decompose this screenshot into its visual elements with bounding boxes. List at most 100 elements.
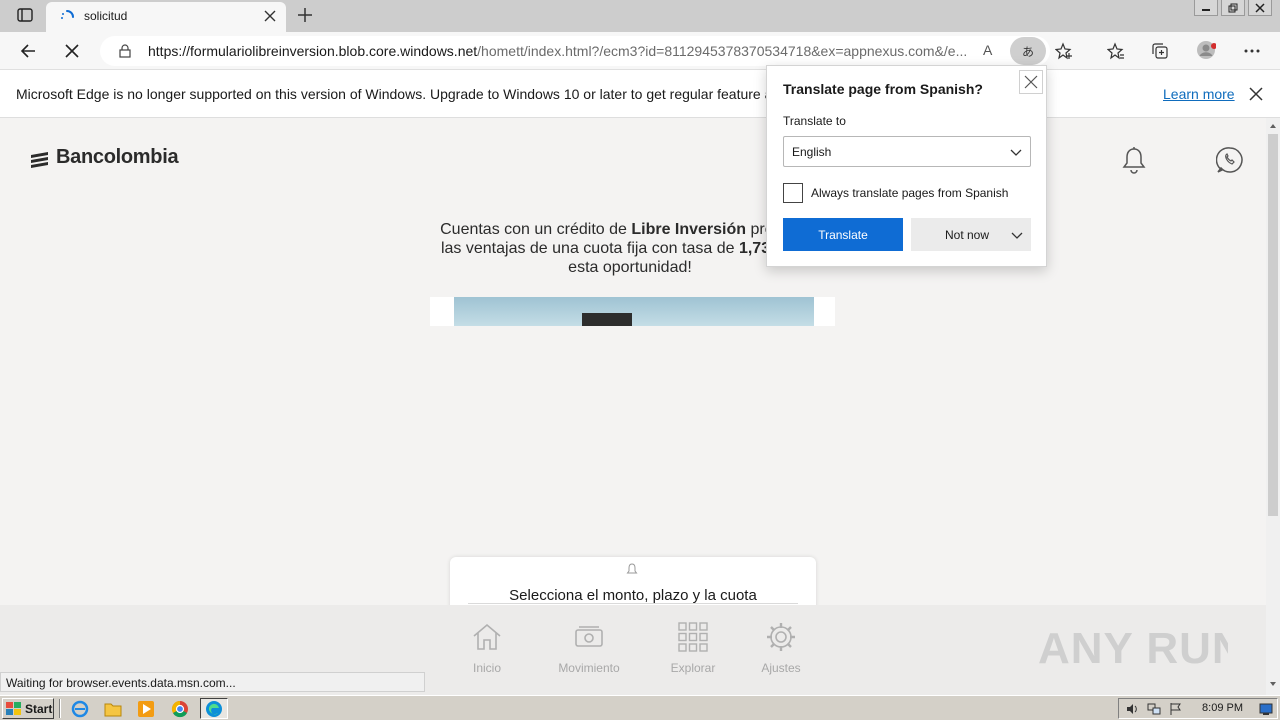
window-controls — [1194, 0, 1272, 18]
url-text[interactable]: https://formulariolibreinversion.blob.co… — [148, 43, 978, 59]
promo-line2-text: las ventajas de una cuota fija con tasa … — [440, 240, 739, 257]
promo-line1-text: Cuentas con un crédito de — [440, 221, 632, 238]
nav-movimiento-label: Movimiento — [558, 661, 620, 675]
anyrun-logo-icon: ANY RUN — [1038, 624, 1228, 673]
back-arrow-icon — [20, 44, 35, 58]
system-tray: 8:09 PM — [1118, 698, 1278, 719]
internet-explorer-icon — [71, 700, 89, 717]
nav-explorar[interactable]: Explorar — [653, 621, 733, 675]
ie-quicklaunch[interactable] — [66, 698, 94, 719]
not-now-label: Not now — [945, 228, 990, 242]
learn-more-link[interactable]: Learn more — [1163, 86, 1235, 102]
loan-selection-card: Selecciona el monto, plazo y la cuota — [450, 557, 816, 605]
collections-icon[interactable] — [1150, 41, 1170, 61]
stop-loading-button[interactable] — [62, 41, 82, 61]
scroll-down-icon[interactable] — [1269, 680, 1277, 688]
close-window-button[interactable] — [1248, 0, 1272, 16]
nav-movimiento[interactable]: Movimiento — [549, 621, 629, 675]
chevron-down-icon[interactable] — [1011, 229, 1023, 241]
volume-icon[interactable] — [1125, 702, 1139, 716]
url-path: /homett/index.html?/ecm3?id=811294537837… — [477, 43, 968, 59]
nav-inicio-label: Inicio — [472, 661, 501, 675]
translate-button[interactable]: Translate — [783, 218, 903, 251]
translate-title: Translate page from Spanish? — [783, 81, 983, 97]
network-icon[interactable] — [1147, 702, 1161, 716]
not-now-button[interactable]: Not now — [911, 218, 1031, 251]
translate-to-label: Translate to — [783, 114, 846, 128]
flag-icon[interactable] — [1169, 702, 1183, 716]
more-menu-icon[interactable] — [1242, 41, 1262, 61]
windows-logo-icon — [6, 701, 21, 715]
close-icon — [1024, 75, 1038, 89]
always-translate-label[interactable]: Always translate pages from Spanish — [811, 186, 1008, 200]
chrome-quicklaunch[interactable] — [166, 698, 194, 719]
bancolombia-logo-icon — [31, 151, 48, 168]
selected-language: English — [792, 145, 832, 159]
unsupported-os-infobar: Microsoft Edge is no longer supported on… — [0, 70, 1280, 118]
taskbar-separator — [59, 699, 61, 718]
chrome-icon — [171, 700, 188, 717]
media-player-quicklaunch[interactable] — [132, 698, 160, 719]
translate-popup: Translate page from Spanish? Translate t… — [766, 65, 1047, 267]
logo-text: Bancolombia — [56, 146, 179, 168]
language-select[interactable]: English — [783, 136, 1031, 167]
gear-icon — [767, 623, 795, 651]
card-divider — [468, 603, 798, 604]
explorer-quicklaunch[interactable] — [99, 698, 127, 719]
folder-icon — [104, 703, 122, 716]
promo-image-subject — [582, 313, 632, 326]
home-icon — [473, 623, 501, 650]
tab-title: solicitud — [84, 9, 128, 23]
start-label: Start — [25, 701, 53, 716]
read-aloud-icon[interactable]: A — [983, 42, 1001, 60]
translate-icon[interactable]: あ — [1010, 37, 1046, 65]
address-bar[interactable]: https://formulariolibreinversion.blob.co… — [100, 36, 1072, 66]
anyrun-watermark-text: ANY RUN — [1038, 624, 1228, 673]
back-button[interactable] — [18, 41, 38, 61]
profile-avatar[interactable] — [1196, 41, 1216, 61]
tab-close-icon[interactable] — [262, 8, 278, 24]
edge-icon — [206, 700, 222, 717]
status-bar: Waiting for browser.events.data.msn.com.… — [0, 672, 425, 692]
bank-logo[interactable]: Bancolombia — [30, 146, 179, 169]
nav-ajustes[interactable]: Ajustes — [741, 621, 821, 675]
tab-actions-icon[interactable] — [16, 7, 34, 23]
chevron-down-icon — [1010, 149, 1022, 156]
notifications-bell-icon[interactable] — [1122, 146, 1146, 174]
always-translate-checkbox[interactable] — [783, 183, 803, 203]
nav-inicio[interactable]: Inicio — [447, 621, 527, 675]
url-domain: https://formulariolibreinversion.blob.co… — [148, 43, 478, 59]
loading-spinner-icon — [61, 10, 74, 19]
vertical-scrollbar[interactable] — [1266, 118, 1280, 695]
nav-ajustes-label: Ajustes — [761, 661, 801, 675]
stop-icon — [65, 44, 79, 58]
address-toolbar: https://formulariolibreinversion.blob.co… — [0, 32, 1280, 70]
media-player-icon — [138, 700, 154, 717]
restore-button[interactable] — [1221, 0, 1245, 16]
promo-image-photo — [454, 297, 814, 326]
card-bell-icon — [626, 563, 638, 574]
browser-tab[interactable]: solicitud — [46, 2, 286, 32]
start-button[interactable]: Start — [2, 698, 54, 719]
tab-strip: solicitud — [0, 0, 1280, 32]
favorites-icon[interactable] — [1106, 41, 1126, 61]
show-desktop-icon[interactable] — [1259, 702, 1273, 716]
infobar-close-icon[interactable] — [1248, 86, 1264, 102]
scrollbar-thumb[interactable] — [1268, 134, 1278, 516]
edge-taskbar-button[interactable] — [200, 698, 228, 719]
infobar-message: Microsoft Edge is no longer supported on… — [16, 86, 788, 102]
anyrun-watermark: ANY RUN — [1038, 615, 1228, 679]
taskbar-clock[interactable]: 8:09 PM — [1202, 702, 1243, 714]
promo-image — [430, 297, 835, 326]
card-title: Selecciona el monto, plazo y la cuota — [509, 587, 757, 604]
web-page: Bancolombia Cuentas con un crédito de Li… — [0, 118, 1266, 605]
money-icon — [575, 626, 603, 647]
scroll-up-icon[interactable] — [1269, 122, 1277, 130]
whatsapp-icon[interactable] — [1216, 146, 1244, 174]
minimize-button[interactable] — [1194, 0, 1218, 16]
lock-icon[interactable] — [118, 44, 132, 58]
add-favorite-icon[interactable] — [1055, 42, 1073, 60]
grid-icon — [678, 622, 708, 652]
new-tab-icon[interactable] — [296, 6, 314, 24]
translate-close-button[interactable] — [1019, 70, 1043, 94]
